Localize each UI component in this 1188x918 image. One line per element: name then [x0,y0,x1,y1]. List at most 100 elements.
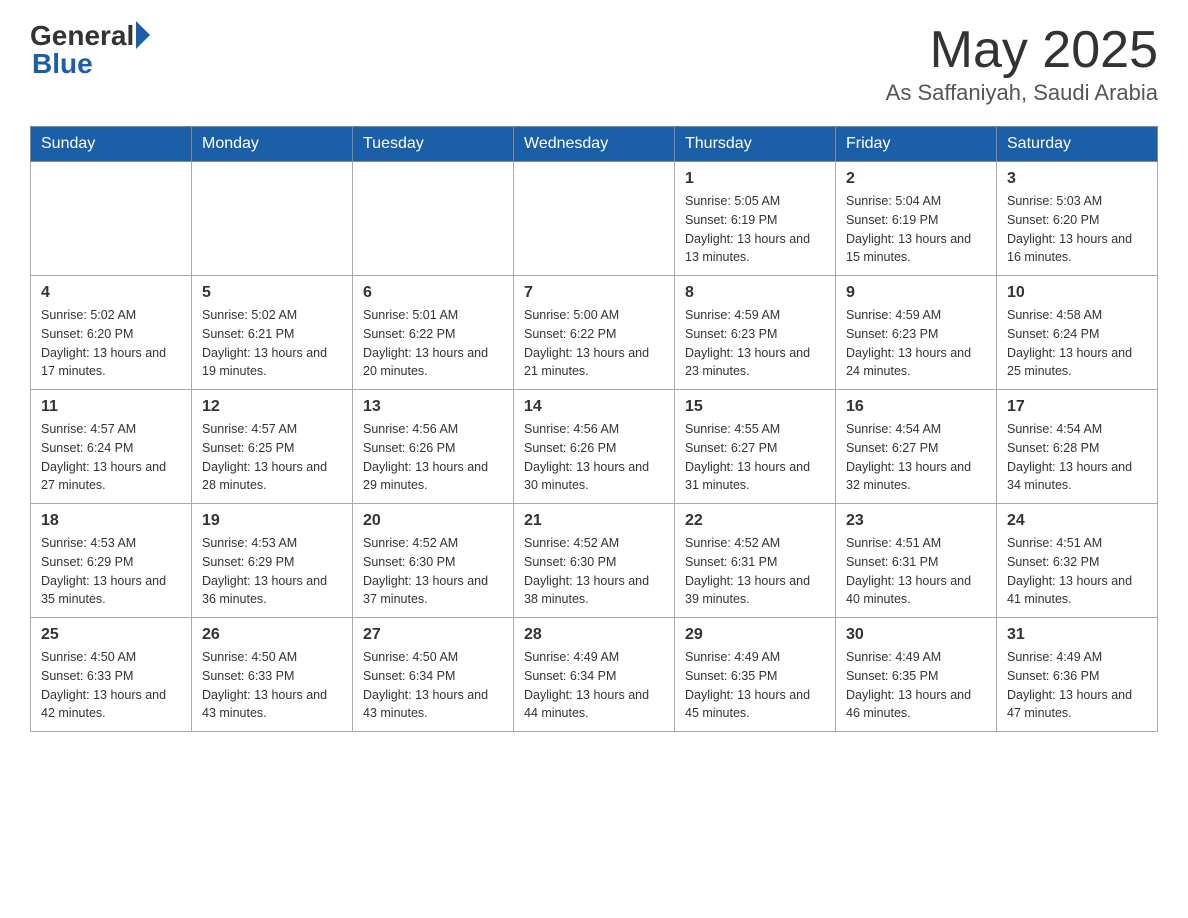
page-header: General Blue May 2025 As Saffaniyah, Sau… [30,20,1158,106]
day-info: Sunrise: 4:52 AMSunset: 6:30 PMDaylight:… [524,534,664,609]
day-info: Sunrise: 4:52 AMSunset: 6:31 PMDaylight:… [685,534,825,609]
day-info: Sunrise: 4:59 AMSunset: 6:23 PMDaylight:… [846,306,986,381]
calendar-table: Sunday Monday Tuesday Wednesday Thursday… [30,126,1158,732]
day-number: 1 [685,170,825,188]
day-number: 8 [685,284,825,302]
calendar-cell: 30Sunrise: 4:49 AMSunset: 6:35 PMDayligh… [836,618,997,732]
week-row-4: 18 Sunrise: 4:53 AMSunset: 6:29 PMDayligh… [31,504,1158,618]
day-number: 19 [202,512,342,530]
day-info: Sunrise: 4:49 AMSunset: 6:34 PMDaylight:… [524,648,664,723]
calendar-cell: 19 Sunrise: 4:53 AMSunset: 6:29 PMDayligh… [192,504,353,618]
calendar-cell: 14 Sunrise: 4:56 AMSunset: 6:26 PMDayligh… [514,390,675,504]
calendar-cell: 27 Sunrise: 4:50 AMSunset: 6:34 PMDayligh… [353,618,514,732]
calendar-cell: 1 Sunrise: 5:05 AMSunset: 6:19 PMDaylight… [675,162,836,276]
day-number: 28 [524,626,664,644]
calendar-cell: 24 Sunrise: 4:51 AMSunset: 6:32 PMDayligh… [997,504,1158,618]
day-info: Sunrise: 5:01 AMSunset: 6:22 PMDaylight:… [363,306,503,381]
day-info: Sunrise: 5:02 AMSunset: 6:20 PMDaylight:… [41,306,181,381]
day-number: 16 [846,398,986,416]
day-info: Sunrise: 4:58 AMSunset: 6:24 PMDaylight:… [1007,306,1147,381]
day-info: Sunrise: 5:02 AMSunset: 6:21 PMDaylight:… [202,306,342,381]
calendar-cell: 31Sunrise: 4:49 AMSunset: 6:36 PMDayligh… [997,618,1158,732]
calendar-cell: 5 Sunrise: 5:02 AMSunset: 6:21 PMDaylight… [192,276,353,390]
day-number: 12 [202,398,342,416]
day-info: Sunrise: 4:50 AMSunset: 6:33 PMDaylight:… [41,648,181,723]
col-header-saturday: Saturday [997,127,1158,162]
day-info: Sunrise: 4:49 AMSunset: 6:35 PMDaylight:… [846,648,986,723]
day-number: 24 [1007,512,1147,530]
week-row-1: 1 Sunrise: 5:05 AMSunset: 6:19 PMDaylight… [31,162,1158,276]
day-number: 29 [685,626,825,644]
day-info: Sunrise: 4:51 AMSunset: 6:32 PMDaylight:… [1007,534,1147,609]
day-info: Sunrise: 5:00 AMSunset: 6:22 PMDaylight:… [524,306,664,381]
day-info: Sunrise: 4:54 AMSunset: 6:27 PMDaylight:… [846,420,986,495]
calendar-cell: 6Sunrise: 5:01 AMSunset: 6:22 PMDaylight… [353,276,514,390]
calendar-cell: 18 Sunrise: 4:53 AMSunset: 6:29 PMDayligh… [31,504,192,618]
calendar-cell: 21 Sunrise: 4:52 AMSunset: 6:30 PMDayligh… [514,504,675,618]
day-number: 10 [1007,284,1147,302]
calendar-cell: 25 Sunrise: 4:50 AMSunset: 6:33 PMDayligh… [31,618,192,732]
day-number: 15 [685,398,825,416]
day-info: Sunrise: 5:03 AMSunset: 6:20 PMDaylight:… [1007,192,1147,267]
day-number: 5 [202,284,342,302]
calendar-cell: 23 Sunrise: 4:51 AMSunset: 6:31 PMDayligh… [836,504,997,618]
calendar-cell: 9 Sunrise: 4:59 AMSunset: 6:23 PMDaylight… [836,276,997,390]
day-info: Sunrise: 4:49 AMSunset: 6:35 PMDaylight:… [685,648,825,723]
day-info: Sunrise: 4:49 AMSunset: 6:36 PMDaylight:… [1007,648,1147,723]
col-header-wednesday: Wednesday [514,127,675,162]
day-number: 9 [846,284,986,302]
day-number: 25 [41,626,181,644]
col-header-friday: Friday [836,127,997,162]
calendar-cell: 12Sunrise: 4:57 AMSunset: 6:25 PMDayligh… [192,390,353,504]
calendar-cell: 3Sunrise: 5:03 AMSunset: 6:20 PMDaylight… [997,162,1158,276]
calendar-cell: 10 Sunrise: 4:58 AMSunset: 6:24 PMDayligh… [997,276,1158,390]
day-number: 7 [524,284,664,302]
day-info: Sunrise: 5:04 AMSunset: 6:19 PMDaylight:… [846,192,986,267]
calendar-cell: 17Sunrise: 4:54 AMSunset: 6:28 PMDayligh… [997,390,1158,504]
day-info: Sunrise: 4:56 AMSunset: 6:26 PMDaylight:… [363,420,503,495]
day-info: Sunrise: 4:56 AMSunset: 6:26 PMDaylight:… [524,420,664,495]
calendar-cell [353,162,514,276]
day-number: 18 [41,512,181,530]
calendar-cell: 26Sunrise: 4:50 AMSunset: 6:33 PMDayligh… [192,618,353,732]
day-info: Sunrise: 4:59 AMSunset: 6:23 PMDaylight:… [685,306,825,381]
day-number: 21 [524,512,664,530]
day-info: Sunrise: 4:53 AMSunset: 6:29 PMDaylight:… [41,534,181,609]
calendar-cell: 8 Sunrise: 4:59 AMSunset: 6:23 PMDaylight… [675,276,836,390]
day-info: Sunrise: 4:57 AMSunset: 6:24 PMDaylight:… [41,420,181,495]
day-number: 13 [363,398,503,416]
logo: General Blue [30,20,150,80]
day-number: 23 [846,512,986,530]
calendar-cell: 7 Sunrise: 5:00 AMSunset: 6:22 PMDaylight… [514,276,675,390]
calendar-cell [31,162,192,276]
col-header-sunday: Sunday [31,127,192,162]
day-info: Sunrise: 4:52 AMSunset: 6:30 PMDaylight:… [363,534,503,609]
day-number: 11 [41,398,181,416]
calendar-cell [192,162,353,276]
day-number: 14 [524,398,664,416]
calendar-cell: 28 Sunrise: 4:49 AMSunset: 6:34 PMDayligh… [514,618,675,732]
day-info: Sunrise: 4:50 AMSunset: 6:34 PMDaylight:… [363,648,503,723]
calendar-cell: 16 Sunrise: 4:54 AMSunset: 6:27 PMDayligh… [836,390,997,504]
calendar-cell: 29 Sunrise: 4:49 AMSunset: 6:35 PMDayligh… [675,618,836,732]
col-header-tuesday: Tuesday [353,127,514,162]
day-number: 17 [1007,398,1147,416]
week-row-3: 11 Sunrise: 4:57 AMSunset: 6:24 PMDayligh… [31,390,1158,504]
calendar-cell: 15 Sunrise: 4:55 AMSunset: 6:27 PMDayligh… [675,390,836,504]
day-info: Sunrise: 4:53 AMSunset: 6:29 PMDaylight:… [202,534,342,609]
calendar-cell: 2Sunrise: 5:04 AMSunset: 6:19 PMDaylight… [836,162,997,276]
day-number: 26 [202,626,342,644]
logo-blue-text: Blue [32,48,93,80]
day-number: 4 [41,284,181,302]
month-year-title: May 2025 [886,20,1158,80]
day-number: 20 [363,512,503,530]
week-row-5: 25 Sunrise: 4:50 AMSunset: 6:33 PMDayligh… [31,618,1158,732]
week-row-2: 4 Sunrise: 5:02 AMSunset: 6:20 PMDaylight… [31,276,1158,390]
day-info: Sunrise: 4:51 AMSunset: 6:31 PMDaylight:… [846,534,986,609]
day-number: 27 [363,626,503,644]
day-info: Sunrise: 4:55 AMSunset: 6:27 PMDaylight:… [685,420,825,495]
calendar-cell: 20 Sunrise: 4:52 AMSunset: 6:30 PMDayligh… [353,504,514,618]
calendar-header-row: Sunday Monday Tuesday Wednesday Thursday… [31,127,1158,162]
location-subtitle: As Saffaniyah, Saudi Arabia [886,80,1158,106]
day-info: Sunrise: 5:05 AMSunset: 6:19 PMDaylight:… [685,192,825,267]
